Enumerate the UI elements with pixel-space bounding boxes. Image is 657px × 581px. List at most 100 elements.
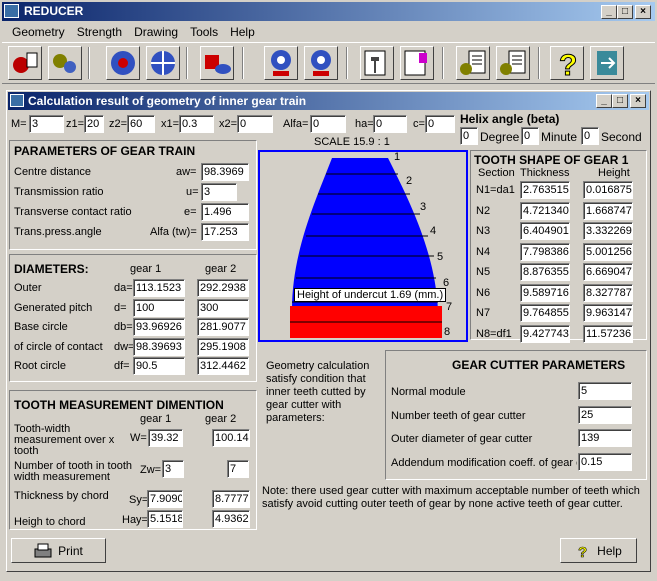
ha-input[interactable]: 0 (373, 115, 407, 133)
diameter-gear1-field[interactable]: 100 (133, 298, 185, 317)
diameter-gear2-field[interactable]: 281.9077 (197, 318, 249, 336)
w-gear2-field[interactable]: 100.14 (212, 429, 250, 447)
alfa-input[interactable]: 0 (310, 115, 346, 133)
tool-bearing1-button[interactable] (264, 46, 298, 80)
diam-gear2-header: gear 2 (205, 263, 237, 275)
height-header: Height (598, 167, 630, 179)
hay-gear2-field[interactable]: 4.9362 (212, 510, 250, 528)
tool-shaft-button[interactable] (200, 46, 234, 80)
tool-report-button[interactable] (456, 46, 490, 80)
tool-bearing2-button[interactable] (304, 46, 338, 80)
child-minimize-button[interactable]: _ (596, 94, 612, 108)
diameter-gear2-field[interactable]: 295.1908 (197, 337, 249, 356)
tool-gear-calc-button[interactable] (8, 46, 42, 80)
helix-degree-input[interactable]: 0 (460, 127, 478, 145)
diameter-gear2-field[interactable]: 292.2938 (197, 279, 249, 297)
thickness-field[interactable]: 7.798386 (520, 242, 570, 261)
wheel-icon (111, 51, 135, 75)
height-field[interactable]: 1.668747 (583, 201, 633, 220)
diameter-gear1-field[interactable]: 98.39693 (133, 337, 185, 356)
sy-gear2-field[interactable]: 8.7777 (212, 490, 250, 508)
geometry-note: Geometry calculation satisfy condition t… (266, 360, 370, 424)
thickness-field[interactable]: 6.404901 (520, 222, 570, 240)
param-symbol: e= (184, 206, 197, 218)
report-icon-2 (500, 50, 526, 75)
tool-gears-button[interactable] (48, 46, 82, 80)
tooth-drawing-frame: 1 2 3 4 5 6 7 8 Height of undercut 1.69 … (258, 150, 468, 342)
diameter-gear1-field[interactable]: 113.1523 (133, 279, 185, 297)
tool-help-button[interactable]: ? (550, 46, 584, 83)
thickness-field[interactable]: 2.763515 (520, 181, 570, 199)
thickness-field[interactable]: 4.721340 (520, 201, 570, 220)
param-value-field[interactable]: 17.253 (201, 223, 249, 241)
diameter-gear1-field[interactable]: 93.96926 (133, 318, 185, 336)
diameter-symbol: da= (114, 282, 133, 294)
zw-gear1-field[interactable]: 3 (162, 460, 184, 478)
helix-minute-input[interactable]: 0 (521, 127, 539, 145)
height-field[interactable]: 3.332269 (583, 222, 633, 240)
hay-sym: Hay= (122, 514, 148, 526)
diameter-gear1-field[interactable]: 90.5 (133, 357, 185, 375)
tool-wheel-button[interactable] (106, 46, 140, 80)
maximize-button[interactable]: □ (617, 5, 633, 19)
helix-second-input[interactable]: 0 (581, 127, 599, 145)
height-field[interactable]: 8.327787 (583, 283, 633, 302)
diameter-gear2-field[interactable]: 300 (197, 298, 249, 317)
height-field[interactable]: 0.016875 (583, 181, 633, 199)
tool-exit-button[interactable] (590, 46, 624, 80)
height-field[interactable]: 9.963147 (583, 304, 633, 322)
menu-help[interactable]: Help (224, 22, 261, 42)
section-name: N1=da1 (476, 184, 515, 196)
thickness-field[interactable]: 9.764855 (520, 304, 570, 322)
help-label: Help (597, 543, 622, 558)
cutter-param-field[interactable]: 139 (578, 429, 632, 447)
param-value-field[interactable]: 3 (201, 183, 237, 201)
w-gear1-field[interactable]: 39.32 (148, 429, 183, 447)
child-close-button[interactable]: × (630, 94, 646, 108)
print-button[interactable]: Print (11, 538, 106, 563)
thickness-field[interactable]: 8.876355 (520, 263, 570, 281)
height-field[interactable]: 6.669047 (583, 263, 633, 281)
cutter-param-label: Normal module (391, 386, 466, 398)
zw-sym: Zw= (140, 464, 162, 476)
zw-gear2-field[interactable]: 7 (227, 460, 249, 478)
tool-report2-button[interactable] (496, 46, 530, 80)
diam-gear1-header: gear 1 (130, 263, 162, 275)
sy-gear1-field[interactable]: 7.9090 (147, 490, 183, 508)
thickness-field[interactable]: 9.589716 (520, 283, 570, 302)
menu-geometry[interactable]: Geometry (6, 22, 71, 42)
drawing-number-4: 4 (430, 225, 436, 237)
param-value-field[interactable]: 98.3969 (201, 163, 249, 181)
z1-input[interactable]: 20 (84, 115, 104, 133)
cutter-param-label: Outer diameter of gear cutter (391, 433, 533, 445)
menu-bar: Geometry Strength Drawing Tools Help (2, 22, 655, 42)
x2-input[interactable]: 0 (237, 115, 273, 133)
cutter-param-field[interactable]: 0.15 (578, 452, 632, 471)
diameter-gear2-field[interactable]: 312.4462 (197, 357, 249, 375)
height-field[interactable]: 11.57236 (583, 324, 633, 343)
c-input[interactable]: 0 (425, 115, 455, 133)
tool-wrench-button[interactable] (360, 46, 394, 80)
tool-cross-wheel-button[interactable] (146, 46, 180, 80)
x1-input[interactable]: 0.3 (179, 115, 214, 133)
help-button[interactable]: ? Help (560, 538, 637, 563)
z2-input[interactable]: 60 (127, 115, 155, 133)
section-header: Section (478, 167, 515, 179)
diameter-symbol: df= (114, 360, 130, 372)
module-input[interactable]: 3 (29, 115, 64, 133)
thickness-field[interactable]: 9.427743 (520, 324, 570, 343)
menu-drawing[interactable]: Drawing (128, 22, 184, 42)
close-button[interactable]: × (635, 5, 651, 19)
height-field[interactable]: 5.001256 (583, 242, 633, 261)
help-question-icon: ? (578, 543, 588, 558)
diameter-label: Outer (14, 282, 42, 294)
menu-strength[interactable]: Strength (71, 22, 128, 42)
tool-docs-button[interactable] (400, 46, 434, 80)
menu-tools[interactable]: Tools (184, 22, 224, 42)
param-value-field[interactable]: 1.496 (201, 203, 249, 221)
child-maximize-button[interactable]: □ (612, 94, 628, 108)
cutter-param-field[interactable]: 25 (578, 405, 632, 424)
cutter-param-field[interactable]: 5 (578, 382, 632, 400)
hay-gear1-field[interactable]: 5.1518 (147, 510, 183, 528)
minimize-button[interactable]: _ (601, 5, 617, 19)
